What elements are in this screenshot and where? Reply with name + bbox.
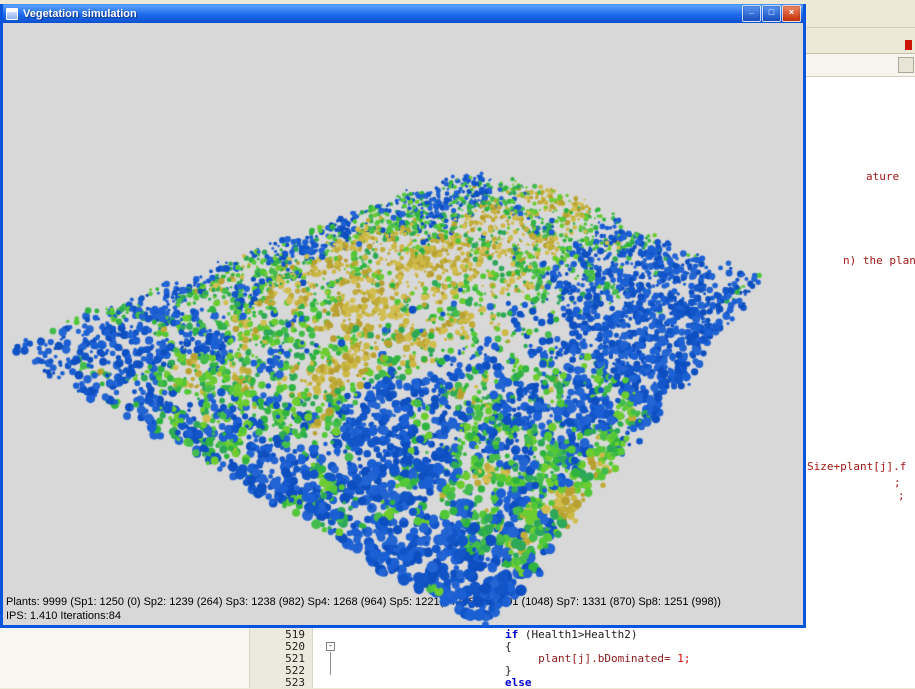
simulation-viewport: Plants: 9999 (Sp1: 1250 (0) Sp2: 1239 (2… <box>3 23 803 625</box>
code-fragment: ature <box>866 170 899 183</box>
maximize-button[interactable]: □ <box>762 5 781 22</box>
code-fold-margin: - <box>312 628 350 688</box>
code-keyword: else <box>505 676 532 688</box>
code-text: plant[j].bDominated= <box>505 652 671 665</box>
toolbar-button[interactable] <box>898 57 914 73</box>
code-line: if (Health1>Health2) <box>350 629 915 641</box>
code-editor[interactable]: if (Health1>Health2) { plant[j].bDominat… <box>350 628 915 688</box>
code-line: plant[j].bDominated= 1; <box>350 653 915 665</box>
fold-collapse-icon[interactable]: - <box>326 642 335 651</box>
code-fragment: ; <box>894 476 901 489</box>
ide-left-panel <box>0 628 250 688</box>
line-number: 523 <box>250 677 312 689</box>
ide-menubar-strip <box>806 0 915 28</box>
code-text: 1; <box>671 652 691 665</box>
app-icon <box>6 8 18 20</box>
code-line: } <box>350 665 915 677</box>
line-number-gutter[interactable]: 519 520 521 522 523 <box>250 628 312 688</box>
code-fragment: ; <box>898 489 905 502</box>
vegetation-canvas <box>3 23 803 625</box>
code-fragment: n) the plant wi <box>843 254 915 267</box>
toolbar-red-icon <box>905 40 912 50</box>
plants-status-text: Plants: 9999 (Sp1: 1250 (0) Sp2: 1239 (2… <box>6 596 721 608</box>
ips-status-text: IPS: 1.410 Iterations:84 <box>6 610 121 622</box>
window-title: Vegetation simulation <box>23 8 741 20</box>
ide-editor-strip: 519 520 521 522 523 - if (Health1>Health… <box>0 628 915 688</box>
close-button[interactable]: × <box>782 5 801 22</box>
fold-guide-line <box>330 652 331 675</box>
ide-background-right: ature n) the plant wi Size+plant[j].f ; … <box>806 0 915 628</box>
minimize-button[interactable]: _ <box>742 5 761 22</box>
vegetation-simulation-window: Vegetation simulation _ □ × Plants: 9999… <box>0 4 806 628</box>
ide-toolbar-strip <box>806 28 915 54</box>
title-bar[interactable]: Vegetation simulation _ □ × <box>3 4 803 23</box>
code-line: else <box>350 677 915 688</box>
code-text: (Health1>Health2) <box>518 628 637 641</box>
code-fragment: Size+plant[j].f <box>807 460 906 473</box>
